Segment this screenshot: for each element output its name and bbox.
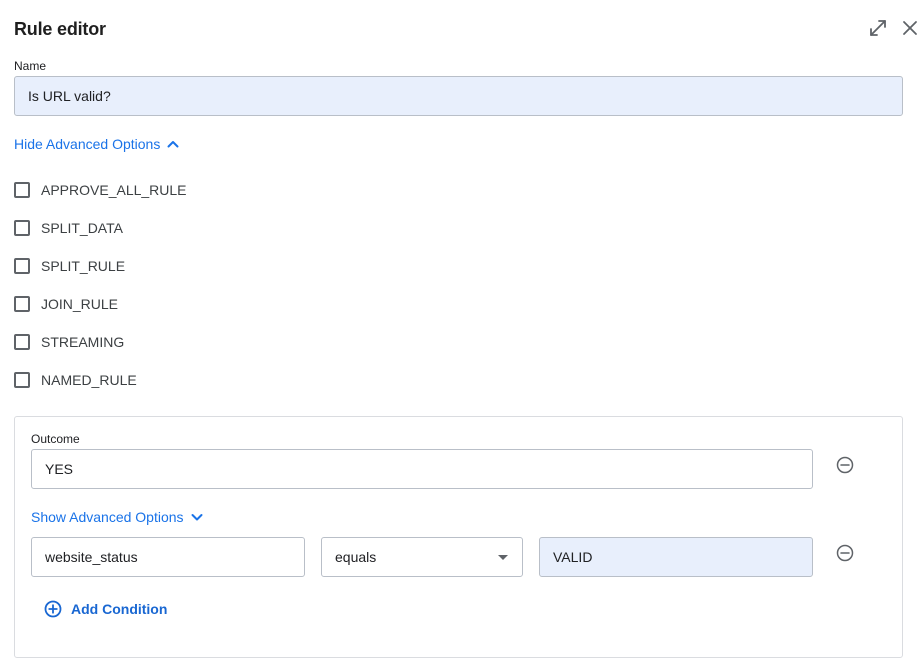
join-rule-checkbox[interactable] [14, 296, 30, 312]
add-condition-button[interactable]: Add Condition [44, 600, 167, 618]
remove-condition-icon[interactable] [836, 544, 854, 562]
option-label: NAMED_RULE [41, 372, 137, 388]
show-advanced-options-label: Show Advanced Options [31, 509, 184, 525]
condition-value-input[interactable]: VALID [539, 537, 813, 577]
expand-icon[interactable] [868, 18, 888, 38]
condition-operator-select[interactable]: equals [321, 537, 523, 577]
close-icon[interactable] [900, 18, 920, 38]
option-label: SPLIT_RULE [41, 258, 126, 274]
option-label: JOIN_RULE [41, 296, 119, 312]
option-approve-all-rule[interactable]: APPROVE_ALL_RULE [14, 182, 187, 198]
split-rule-checkbox[interactable] [14, 258, 30, 274]
show-advanced-options-link[interactable]: Show Advanced Options [31, 509, 204, 525]
hide-advanced-options-label: Hide Advanced Options [14, 136, 161, 152]
chevron-down-icon [191, 514, 203, 521]
approve-all-rule-checkbox[interactable] [14, 182, 30, 198]
name-input[interactable]: Is URL valid? [14, 76, 903, 116]
hide-advanced-options-link[interactable]: Hide Advanced Options [14, 136, 180, 152]
option-split-rule[interactable]: SPLIT_RULE [14, 258, 125, 274]
option-label: SPLIT_DATA [41, 220, 123, 236]
condition-operator-value: equals [335, 549, 377, 565]
dialog-title: Rule editor [14, 19, 106, 39]
outcome-label: Outcome [31, 432, 80, 446]
dropdown-arrow-icon [498, 554, 508, 560]
streaming-checkbox[interactable] [14, 334, 30, 350]
option-join-rule[interactable]: JOIN_RULE [14, 296, 118, 312]
option-streaming[interactable]: STREAMING [14, 334, 124, 350]
option-split-data[interactable]: SPLIT_DATA [14, 220, 123, 236]
add-condition-label: Add Condition [71, 601, 168, 617]
option-label: STREAMING [41, 334, 125, 350]
option-label: APPROVE_ALL_RULE [41, 182, 187, 198]
condition-field-input[interactable]: website_status [31, 537, 305, 577]
remove-outcome-icon[interactable] [836, 456, 854, 474]
named-rule-checkbox[interactable] [14, 372, 30, 388]
option-named-rule[interactable]: NAMED_RULE [14, 372, 137, 388]
outcome-input[interactable]: YES [31, 449, 813, 489]
chevron-up-icon [167, 141, 179, 148]
split-data-checkbox[interactable] [14, 220, 30, 236]
add-circle-icon [44, 600, 62, 618]
name-label: Name [14, 59, 47, 73]
